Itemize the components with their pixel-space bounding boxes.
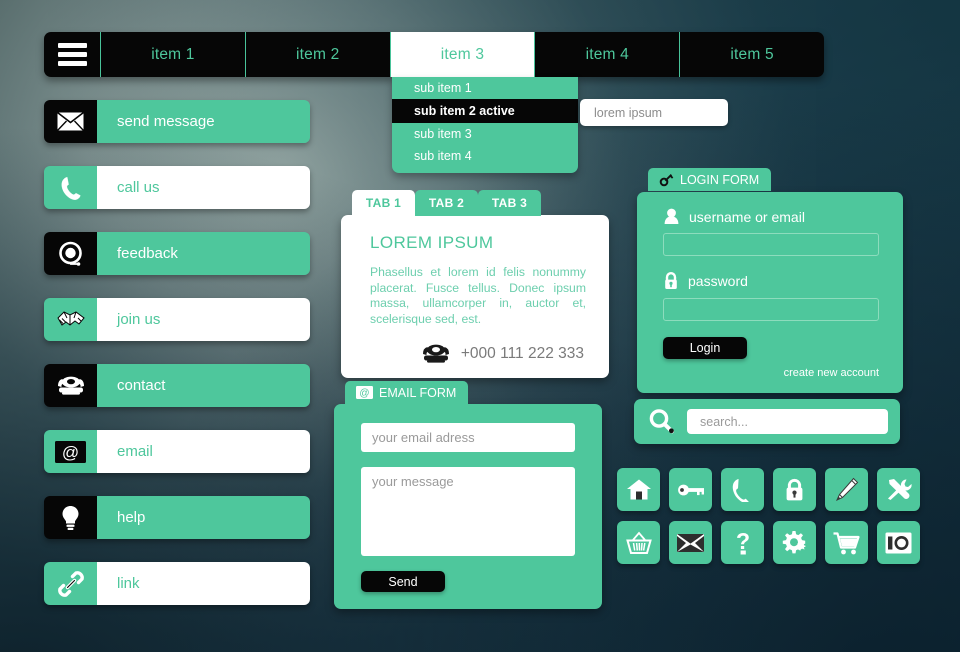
tab-panel: TAB 1 TAB 2 TAB 3 LOREM IPSUM Phasellus … <box>341 190 609 378</box>
sidebar-item-feedback[interactable]: feedback <box>44 232 310 275</box>
svg-text:?: ? <box>735 530 749 554</box>
telephone-icon <box>421 343 451 364</box>
send-button[interactable]: Send <box>361 571 445 592</box>
password-input[interactable] <box>663 298 879 321</box>
tab-phone-number: +000 111 222 333 <box>460 344 584 362</box>
login-form-body: username or email password Login create … <box>637 192 903 393</box>
sidebar-item-link[interactable]: link <box>44 562 310 605</box>
at-sign-icon: @ <box>356 386 373 399</box>
sidebar-label: join us <box>97 298 310 341</box>
nav-item-1[interactable]: item 1 <box>101 32 246 77</box>
nav-item-4[interactable]: item 4 <box>534 32 681 77</box>
submenu-item-3[interactable]: sub item 3 <box>392 123 578 145</box>
sidebar-item-contact[interactable]: contact <box>44 364 310 407</box>
tab-strip: TAB 1 TAB 2 TAB 3 <box>341 190 609 216</box>
username-label-row: username or email <box>663 208 879 225</box>
submenu-item-2-active[interactable]: sub item 2 active <box>392 99 578 123</box>
login-button[interactable]: Login <box>663 337 747 359</box>
send-row: Send <box>361 571 575 592</box>
home-icon[interactable] <box>617 468 660 511</box>
tab-3[interactable]: TAB 3 <box>478 190 541 216</box>
telephone-icon <box>44 364 97 407</box>
nav-item-3[interactable]: item 3 <box>390 32 535 77</box>
sidebar-label: call us <box>97 166 310 209</box>
create-new-account-link[interactable]: create new account <box>663 367 879 379</box>
chain-link-icon <box>44 562 97 605</box>
icon-tile-grid: ? <box>617 468 920 564</box>
search-input[interactable]: search... <box>687 409 888 434</box>
key-icon[interactable] <box>669 468 712 511</box>
nav-item-5[interactable]: item 5 <box>680 32 824 77</box>
sidebar-item-help[interactable]: help <box>44 496 310 539</box>
submenu-item-4[interactable]: sub item 4 <box>392 145 578 167</box>
sidebar-label: email <box>97 430 310 473</box>
gears-icon[interactable] <box>773 521 816 564</box>
tools-icon[interactable] <box>877 468 920 511</box>
svg-text:@: @ <box>359 388 369 399</box>
sidebar-item-send-message[interactable]: send message <box>44 100 310 143</box>
username-input[interactable] <box>663 233 879 256</box>
tab-2[interactable]: TAB 2 <box>415 190 478 216</box>
magnifier-icon[interactable] <box>648 408 675 435</box>
envelope-icon[interactable] <box>669 521 712 564</box>
sidebar-label: contact <box>97 364 310 407</box>
sidebar-label: link <box>97 562 310 605</box>
padlock-icon <box>663 272 679 290</box>
headset-icon <box>44 232 97 275</box>
search-bar: search... <box>634 399 900 444</box>
sidebar-label: send message <box>97 100 310 143</box>
dropdown-submenu: sub item 1 sub item 2 active sub item 3 … <box>392 77 578 173</box>
envelope-icon <box>44 100 97 143</box>
username-label: username or email <box>689 208 805 225</box>
message-textarea[interactable]: your message <box>361 467 575 556</box>
padlock-icon[interactable] <box>773 468 816 511</box>
submenu-item-1[interactable]: sub item 1 <box>392 77 578 99</box>
password-label: password <box>688 273 748 289</box>
sidebar-label: help <box>97 496 310 539</box>
user-icon <box>663 208 680 225</box>
email-address-input[interactable]: your email adress <box>361 423 575 452</box>
question-mark-icon[interactable]: ? <box>721 521 764 564</box>
sidebar-item-join-us[interactable]: join us <box>44 298 310 341</box>
hamburger-line <box>57 43 87 48</box>
password-label-row: password <box>663 272 879 290</box>
top-navigation-bar: item 1 item 2 item 3 item 4 item 5 <box>44 32 824 77</box>
hamburger-line <box>57 52 87 57</box>
tab-phone-row: +000 111 222 333 <box>370 343 586 364</box>
tab-content: LOREM IPSUM Phasellus et lorem id felis … <box>341 215 609 378</box>
login-form-panel: LOGIN FORM username or email password Lo… <box>637 168 903 393</box>
ui-kit-canvas: item 1 item 2 item 3 item 4 item 5 sub i… <box>0 0 960 652</box>
phone-handset-icon[interactable] <box>721 468 764 511</box>
hamburger-menu-icon[interactable] <box>44 32 101 77</box>
lightbulb-icon <box>44 496 97 539</box>
sidebar-item-call-us[interactable]: call us <box>44 166 310 209</box>
tab-body-text: Phasellus et lorem id felis nonummy plac… <box>370 265 586 326</box>
sidebar-label: feedback <box>97 232 310 275</box>
email-form-body: your email adress your message Send <box>334 404 602 609</box>
sidebar-item-email[interactable]: @ email <box>44 430 310 473</box>
key-icon <box>659 172 674 187</box>
email-form-tab-label: EMAIL FORM <box>379 385 457 400</box>
svg-text:@: @ <box>62 443 79 462</box>
phone-handset-icon <box>44 166 97 209</box>
camera-icon[interactable] <box>877 521 920 564</box>
at-sign-icon: @ <box>44 430 97 473</box>
shopping-basket-icon[interactable] <box>617 521 660 564</box>
email-form-tab[interactable]: @ EMAIL FORM <box>345 381 469 404</box>
handshake-icon <box>44 298 97 341</box>
tab-heading: LOREM IPSUM <box>370 233 494 252</box>
email-form-panel: @ EMAIL FORM your email adress your mess… <box>334 381 602 609</box>
submenu-text-input[interactable]: lorem ipsum <box>580 99 728 126</box>
shopping-cart-icon[interactable] <box>825 521 868 564</box>
hamburger-line <box>57 61 87 66</box>
nav-item-2[interactable]: item 2 <box>246 32 391 77</box>
pencil-icon[interactable] <box>825 468 868 511</box>
login-form-tab-label: LOGIN FORM <box>680 172 760 187</box>
login-form-tab[interactable]: LOGIN FORM <box>648 168 772 191</box>
tab-1[interactable]: TAB 1 <box>352 190 415 216</box>
